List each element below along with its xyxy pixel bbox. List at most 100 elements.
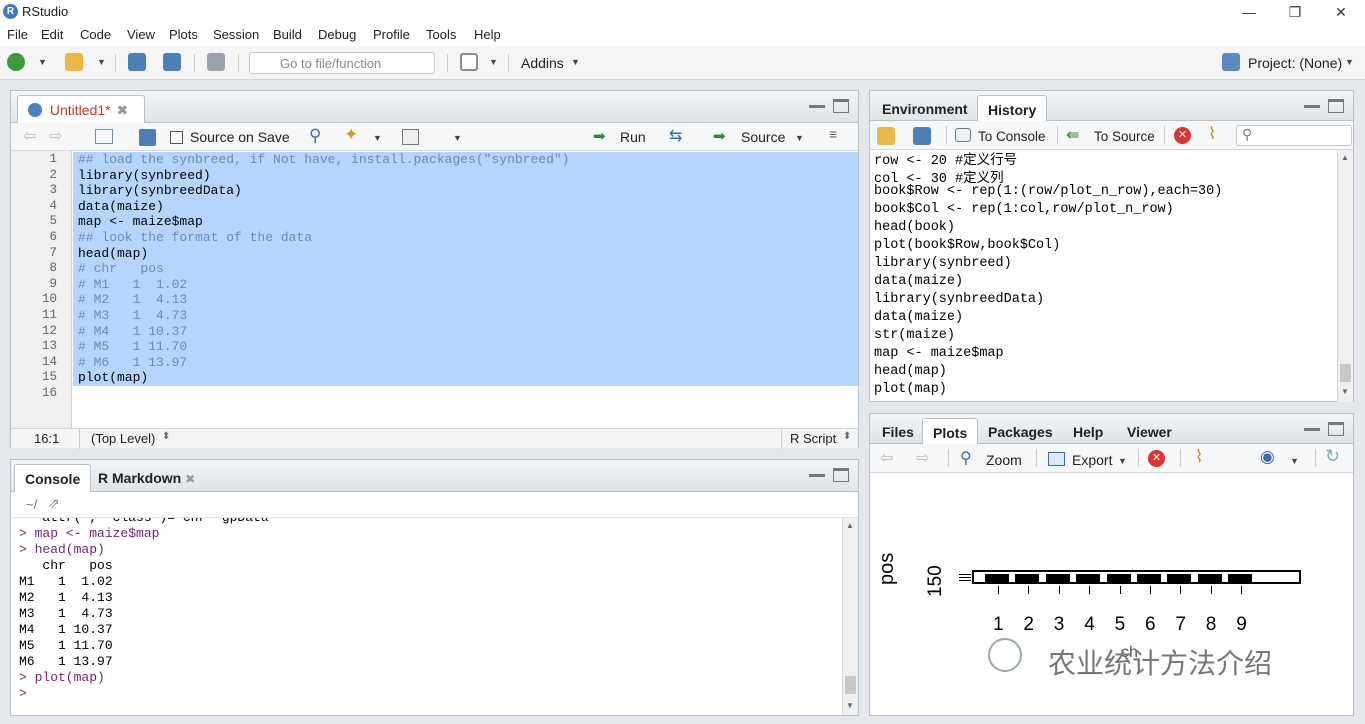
to-source-icon[interactable]: ⇚ [1066,125,1079,145]
restore-button[interactable]: ❐ [1280,2,1310,22]
maximize-pane-icon[interactable] [833,468,849,482]
save-all-icon[interactable] [163,53,181,71]
save-icon[interactable] [128,53,146,71]
search-icon[interactable]: ⚲ [309,126,321,146]
history-list[interactable]: row <- 20 #定义行号 col <- 30 #定义列 book$Row <-… [870,150,1337,402]
scope-selector[interactable]: (Top Level) [91,431,155,446]
compile-report-icon[interactable] [402,129,419,145]
code-editor[interactable]: 1 ## load the synbreed, if Not have, inst… [11,151,858,428]
tab-r-markdown[interactable]: R Markdown ✖ [88,464,205,492]
grid-layout-icon[interactable] [460,53,478,71]
history-entry[interactable]: plot(book$Row,book$Col) [874,238,1060,253]
rerun-icon[interactable]: ⇆ [669,126,682,146]
go-to-directory-icon[interactable]: ⇗ [48,495,60,512]
maximize-pane-icon[interactable] [1328,99,1344,113]
tab-environment[interactable]: Environment [872,95,978,123]
history-entry[interactable]: book$Col <- rep(1:col,row/plot_n_row) [874,202,1174,217]
history-entry[interactable]: head(map) [874,364,947,379]
tab-viewer[interactable]: Viewer [1117,418,1182,446]
close-icon[interactable]: ✖ [185,472,195,486]
chevron-down-icon[interactable]: ▼ [373,133,382,143]
menu-plots[interactable]: Plots [169,27,198,42]
file-type-selector[interactable]: R Script [790,431,836,446]
chevron-down-icon[interactable]: ▼ [489,57,498,67]
close-icon[interactable]: ✖ [116,102,128,118]
remove-plot-icon[interactable]: ✕ [1148,450,1165,467]
to-console-button[interactable]: To Console [978,129,1046,144]
to-console-icon[interactable] [955,128,971,142]
menu-view[interactable]: View [127,27,155,42]
tab-packages[interactable]: Packages [978,418,1063,446]
source-arrow-icon[interactable]: ➡ [713,127,726,145]
load-history-icon[interactable] [877,127,895,145]
chevron-down-icon[interactable]: ▼ [795,133,804,143]
back-arrow-icon[interactable]: ⇦ [880,448,893,468]
console-scrollbar[interactable]: ▲ ▼ [842,518,858,715]
menu-session[interactable]: Session [213,27,259,42]
refresh-icon[interactable]: ↻ [1325,446,1340,467]
broom-icon[interactable]: ⌇ [1208,124,1216,144]
menu-help[interactable]: Help [474,27,501,42]
tab-untitled1[interactable]: Untitled1* ✖ [17,95,145,123]
maximize-pane-icon[interactable] [1328,422,1344,436]
chevron-down-icon[interactable]: ▼ [453,133,462,143]
run-arrow-icon[interactable]: ➡ [593,127,606,145]
menu-file[interactable]: File [7,27,28,42]
scroll-up-icon[interactable]: ▲ [846,521,854,530]
minimize-button[interactable]: — [1234,2,1264,22]
open-folder-icon[interactable] [65,53,83,71]
minimize-pane-icon[interactable] [809,99,825,108]
tab-console[interactable]: Console [14,464,92,492]
export-button[interactable]: Export [1072,452,1112,468]
project-icon[interactable] [1222,53,1240,71]
history-entry[interactable]: data(maize) [874,310,963,325]
run-button[interactable]: Run [620,129,646,145]
history-entry[interactable]: plot(map) [874,382,947,397]
chevron-down-icon[interactable]: ▼ [1290,456,1299,466]
chevron-down-icon[interactable]: ▼ [1345,57,1354,67]
chevron-down-icon[interactable]: ▼ [571,57,580,67]
history-scrollbar[interactable]: ▲ ▼ [1337,150,1353,402]
source-on-save-checkbox[interactable] [170,131,183,144]
history-entry[interactable]: map <- maize$map [874,346,1004,361]
scroll-down-icon[interactable]: ▼ [1341,387,1349,396]
chevron-down-icon[interactable]: ▼ [38,57,47,67]
tab-history[interactable]: History [977,95,1048,123]
export-icon[interactable] [1048,452,1065,466]
tab-files[interactable]: Files [872,418,924,446]
scrollbar-thumb[interactable] [845,676,856,694]
forward-arrow-icon[interactable]: ⇨ [49,126,62,146]
source-button[interactable]: Source [741,129,785,145]
menu-debug[interactable]: Debug [318,27,356,42]
chevron-down-icon[interactable]: ▼ [1118,456,1127,466]
save-icon[interactable] [139,129,156,146]
outline-icon[interactable]: ≡ [829,126,837,142]
project-menu[interactable]: Project: (None) [1248,55,1342,71]
menu-edit[interactable]: Edit [41,27,63,42]
remove-entry-icon[interactable]: ✕ [1174,127,1191,144]
new-file-icon[interactable] [7,53,25,71]
working-directory[interactable]: ~/ [26,497,37,512]
scroll-down-icon[interactable]: ▼ [846,701,854,710]
scrollbar-thumb[interactable] [1340,364,1351,382]
broom-icon[interactable]: ⌇ [1195,447,1203,467]
minimize-pane-icon[interactable] [1304,422,1320,431]
tab-plots[interactable]: Plots [922,418,979,446]
to-source-button[interactable]: To Source [1094,129,1155,144]
menu-build[interactable]: Build [273,27,302,42]
menu-code[interactable]: Code [80,27,111,42]
history-entry[interactable]: library(synbreedData) [874,292,1044,307]
zoom-icon[interactable]: ⚲ [960,448,972,468]
history-entry[interactable]: data(maize) [874,274,963,289]
chevron-down-icon[interactable]: ▼ [97,57,106,67]
close-button[interactable]: ✕ [1326,2,1356,22]
history-entry[interactable]: book$Row <- rep(1:(row/plot_n_row),each=… [874,184,1222,199]
history-entry[interactable]: str(maize) [874,328,955,343]
history-entry[interactable]: library(synbreed) [874,256,1012,271]
minimize-pane-icon[interactable] [1304,99,1320,108]
zoom-button[interactable]: Zoom [986,452,1022,468]
menu-tools[interactable]: Tools [426,27,456,42]
show-in-window-icon[interactable] [95,129,113,144]
history-entry[interactable]: head(book) [874,220,955,235]
console-output[interactable]: - attr(*, "class")= chr gpData> map <- m… [11,518,842,715]
